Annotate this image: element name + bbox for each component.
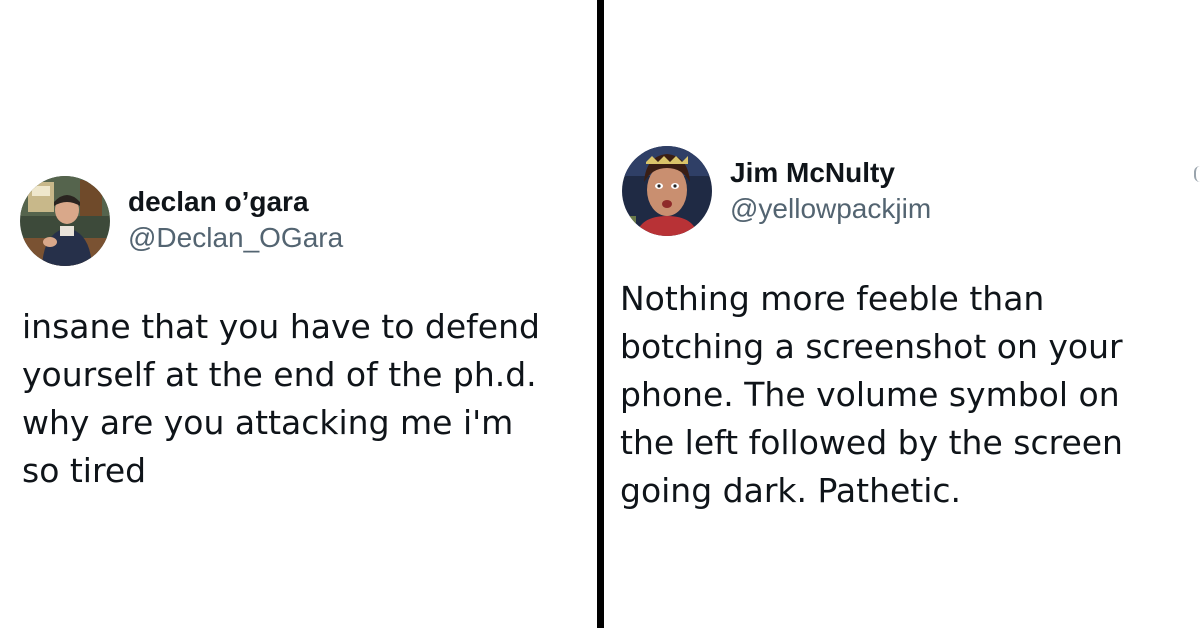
- tweet-text-line: the left followed by the screen: [620, 423, 1123, 462]
- tweet-text-line: going dark. Pathetic.: [620, 471, 962, 510]
- tweet-card-left: declan o’gara @Declan_OGara insane that …: [0, 0, 597, 628]
- display-name[interactable]: Jim McNulty: [730, 157, 895, 189]
- tweet-text-line: insane that you have to defend: [22, 307, 540, 346]
- user-handle[interactable]: @yellowpackjim: [730, 193, 931, 225]
- tweet-card-right: Jim McNulty @yellowpackjim Nothing more …: [604, 0, 1200, 628]
- avatar[interactable]: [20, 176, 110, 266]
- display-name[interactable]: declan o’gara: [128, 186, 309, 218]
- cropped-edge-mark: [1194, 166, 1200, 182]
- user-photo-avatar-icon: [622, 146, 712, 236]
- user-photo-avatar-icon: [20, 176, 110, 266]
- tweet-text: Nothing more feeble than botching a scre…: [620, 275, 1195, 515]
- tweet-text-line: yourself at the end of the ph.d.: [22, 355, 537, 394]
- tweet-text-line: phone. The volume symbol on: [620, 375, 1120, 414]
- panel-divider: [597, 0, 604, 628]
- tweet-text-line: botching a screenshot on your: [620, 327, 1123, 366]
- tweet-text-line: Nothing more feeble than: [620, 279, 1045, 318]
- tweet-text-line: so tired: [22, 451, 147, 490]
- user-handle[interactable]: @Declan_OGara: [128, 222, 343, 254]
- avatar[interactable]: [622, 146, 712, 236]
- tweet-text: insane that you have to defend yourself …: [22, 303, 592, 495]
- tweet-text-line: why are you attacking me i'm: [22, 403, 514, 442]
